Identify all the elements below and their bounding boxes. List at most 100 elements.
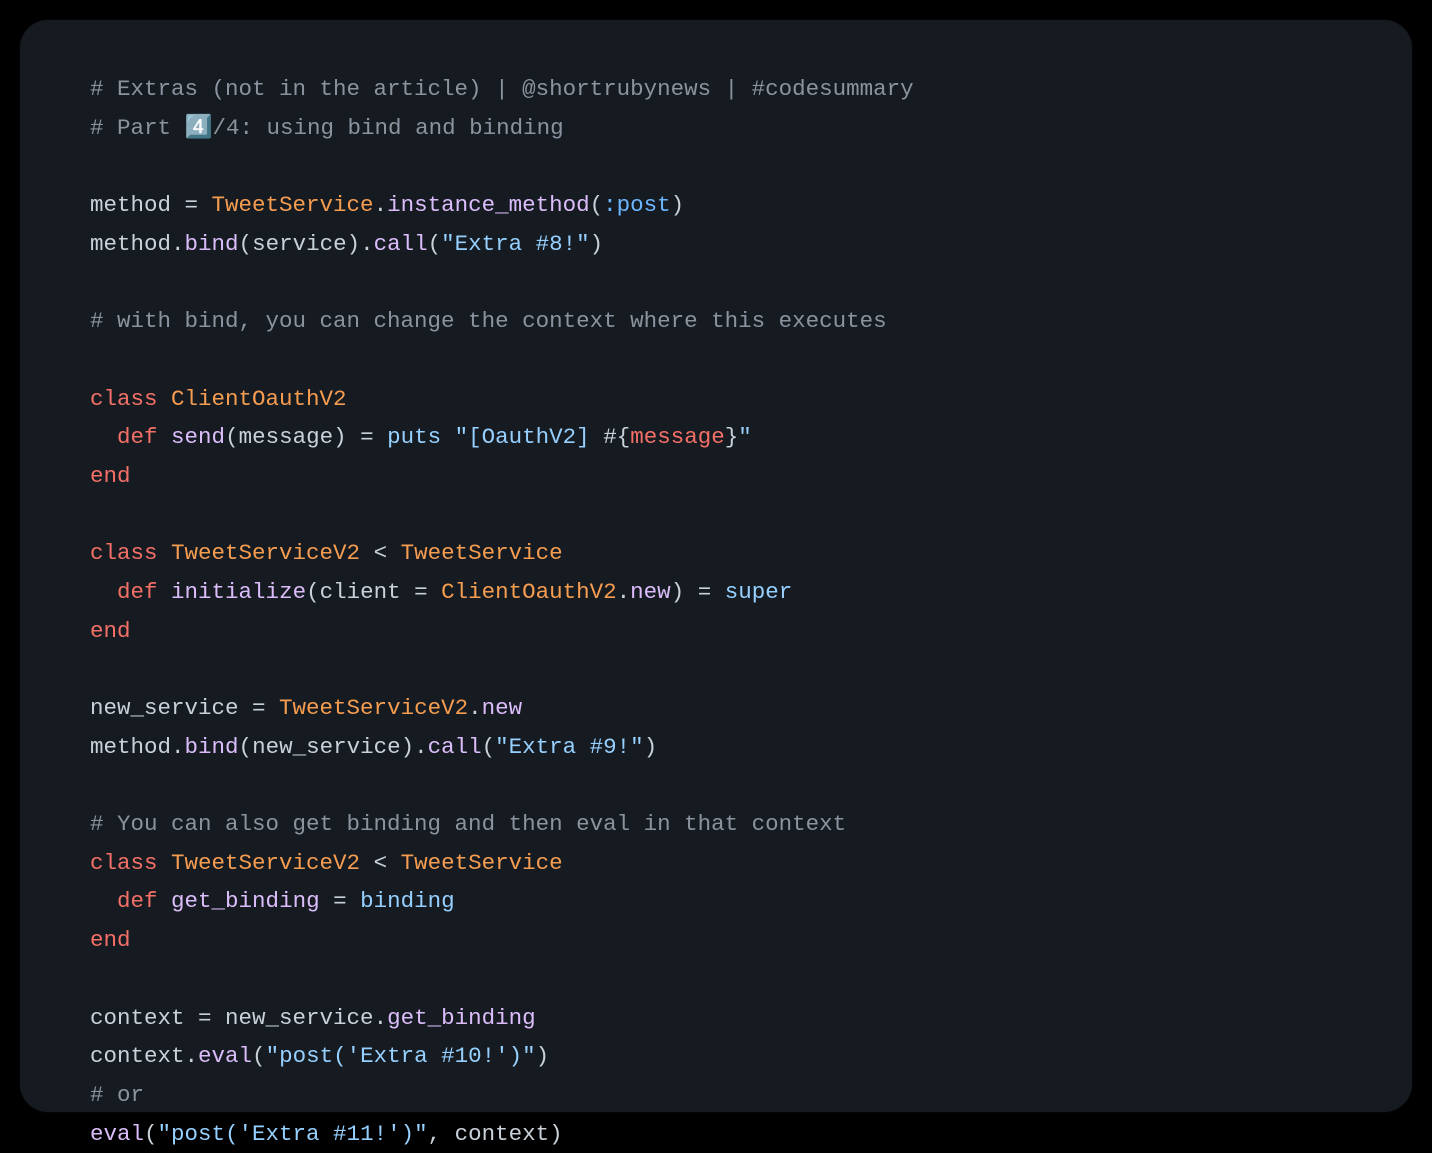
code-token: get_binding	[387, 1005, 536, 1031]
code-token: (	[239, 231, 253, 257]
code-token	[158, 579, 172, 605]
code-token: .	[374, 1005, 388, 1031]
code-token: bind	[185, 734, 239, 760]
code-token: eval	[90, 1121, 144, 1147]
code-token: .	[374, 192, 388, 218]
code-token: send	[171, 424, 225, 450]
code-token	[90, 888, 117, 914]
code-token: message	[239, 424, 334, 450]
code-card: # Extras (not in the article) | @shortru…	[20, 20, 1412, 1112]
code-token: # Extras (not in the article) | @shortru…	[90, 76, 914, 102]
code-token: binding	[360, 888, 455, 914]
code-token: # You can also get binding and then eval…	[90, 811, 846, 837]
code-token: class	[90, 386, 158, 412]
code-token: .	[171, 734, 185, 760]
code-token: context	[90, 1005, 185, 1031]
code-token: method	[90, 192, 171, 218]
code-token: (	[590, 192, 604, 218]
code-token: end	[90, 463, 131, 489]
code-token	[441, 424, 455, 450]
code-token: :post	[603, 192, 671, 218]
code-token: (	[428, 231, 442, 257]
code-token: puts	[387, 424, 441, 450]
code-token: eval	[198, 1043, 252, 1069]
code-token: end	[90, 618, 131, 644]
code-token: (	[482, 734, 496, 760]
code-token: "	[738, 424, 752, 450]
code-token: instance_method	[387, 192, 590, 218]
code-token	[158, 540, 172, 566]
code-token: call	[374, 231, 428, 257]
code-token: call	[428, 734, 482, 760]
code-token: )	[333, 424, 347, 450]
code-token: (	[144, 1121, 158, 1147]
code-token: (	[239, 734, 253, 760]
code-token: =	[684, 579, 725, 605]
code-token: initialize	[171, 579, 306, 605]
code-token: message	[630, 424, 725, 450]
code-token: )	[401, 734, 415, 760]
code-token: TweetServiceV2	[171, 850, 360, 876]
code-token: ClientOauthV2	[441, 579, 617, 605]
code-token: method	[90, 734, 171, 760]
code-token: )	[644, 734, 658, 760]
code-token: =	[320, 888, 361, 914]
code-token: client	[320, 579, 401, 605]
code-token	[158, 424, 172, 450]
code-token: super	[725, 579, 793, 605]
code-token: .	[360, 231, 374, 257]
code-token: context	[455, 1121, 550, 1147]
code-token	[90, 579, 117, 605]
code-token	[158, 888, 172, 914]
code-token: context	[90, 1043, 185, 1069]
code-token	[158, 850, 172, 876]
code-token: .	[617, 579, 631, 605]
code-token: (	[252, 1043, 266, 1069]
code-token: .	[414, 734, 428, 760]
code-token: (	[306, 579, 320, 605]
code-token: "Extra #8!"	[441, 231, 590, 257]
code-token: .	[468, 695, 482, 721]
code-token: new	[630, 579, 671, 605]
code-token: end	[90, 927, 131, 953]
code-token	[90, 424, 117, 450]
code-token: }	[725, 424, 739, 450]
code-token: # Part 4️⃣/4: using bind and binding	[90, 115, 564, 141]
code-token: get_binding	[171, 888, 320, 914]
code-token: TweetService	[401, 540, 563, 566]
code-token: )	[590, 231, 604, 257]
code-token: bind	[185, 231, 239, 257]
code-token: def	[117, 424, 158, 450]
code-token: <	[360, 850, 401, 876]
code-token: )	[671, 579, 685, 605]
code-token: <	[360, 540, 401, 566]
code-token: # with bind, you can change the context …	[90, 308, 887, 334]
code-token: # or	[90, 1082, 144, 1108]
code-token: =	[347, 424, 388, 450]
code-token: .	[185, 1043, 199, 1069]
code-block: # Extras (not in the article) | @shortru…	[90, 70, 1352, 1153]
code-token: =	[171, 192, 212, 218]
code-token: "[OauthV2]	[455, 424, 604, 450]
code-token: TweetServiceV2	[171, 540, 360, 566]
code-token: =	[185, 1005, 226, 1031]
code-token: new_service	[252, 734, 401, 760]
code-token: TweetService	[212, 192, 374, 218]
code-token: #{	[603, 424, 630, 450]
code-token: )	[549, 1121, 563, 1147]
code-token: new_service	[90, 695, 239, 721]
code-token: )	[671, 192, 685, 218]
code-token: def	[117, 579, 158, 605]
code-token: )	[536, 1043, 550, 1069]
code-token: TweetServiceV2	[279, 695, 468, 721]
code-token: method	[90, 231, 171, 257]
code-token: service	[252, 231, 347, 257]
code-token: =	[239, 695, 280, 721]
code-token: ClientOauthV2	[171, 386, 347, 412]
code-token: class	[90, 850, 158, 876]
code-token: "post('Extra #11!')"	[158, 1121, 428, 1147]
code-token: class	[90, 540, 158, 566]
code-token: .	[171, 231, 185, 257]
code-token: (	[225, 424, 239, 450]
code-token: ,	[428, 1121, 455, 1147]
